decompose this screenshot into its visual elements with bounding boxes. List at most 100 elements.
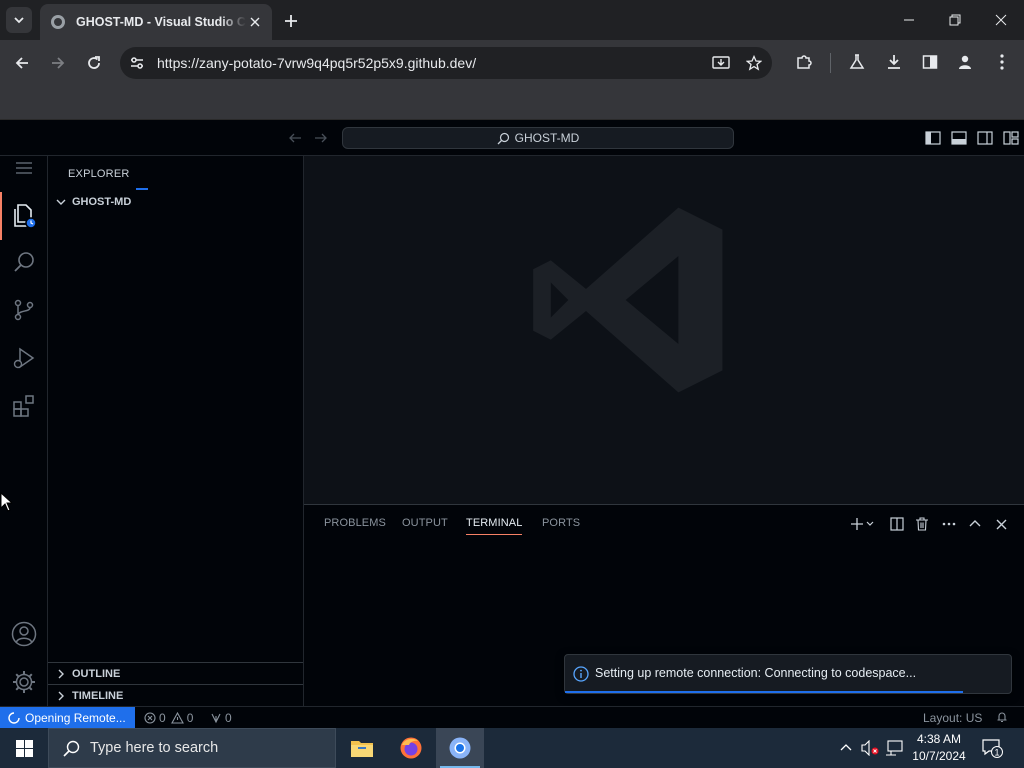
close-panel-button[interactable] <box>991 514 1011 534</box>
tab-problems[interactable]: PROBLEMS <box>324 517 386 529</box>
side-panel-button[interactable] <box>917 49 943 75</box>
sidebar-left-icon <box>925 131 941 145</box>
search-icon <box>14 252 34 272</box>
github-favicon-icon <box>51 15 65 29</box>
browser-tab-active[interactable]: GHOST-MD - Visual Studio Code <box>40 4 272 40</box>
remote-indicator[interactable]: Opening Remote... <box>0 707 135 729</box>
activity-accounts[interactable] <box>0 610 48 658</box>
folder-icon <box>351 741 373 757</box>
activity-run-debug[interactable] <box>0 334 48 382</box>
extensions-button[interactable] <box>791 49 817 75</box>
reload-button[interactable] <box>80 49 108 77</box>
ports-status[interactable]: 0 <box>210 711 232 725</box>
plus-icon <box>285 15 297 27</box>
notification-toast[interactable]: Setting up remote connection: Connecting… <box>564 654 1012 694</box>
tab-search-button[interactable] <box>6 7 32 33</box>
search-icon <box>497 132 509 144</box>
go-back-button[interactable] <box>286 129 304 147</box>
volume-button[interactable] <box>860 738 880 758</box>
notifications-status[interactable] <box>996 711 1011 723</box>
kill-terminal-button[interactable] <box>912 514 932 534</box>
outline-section[interactable]: OUTLINE <box>48 662 303 684</box>
restore-icon <box>949 14 961 26</box>
toggle-secondary-sidebar-button[interactable] <box>976 129 994 147</box>
folder-name: GHOST-MD <box>72 196 132 208</box>
problems-status[interactable]: 0 0 <box>144 711 193 725</box>
chevron-down-icon <box>54 195 68 209</box>
new-terminal-button[interactable] <box>848 514 878 534</box>
action-center-button[interactable]: 1 <box>980 736 1004 760</box>
run-debug-icon <box>13 347 35 369</box>
broadcast-icon <box>211 713 221 724</box>
command-center-label: GHOST-MD <box>514 131 580 145</box>
remote-label: Opening Remote... <box>25 711 126 725</box>
network-button[interactable] <box>884 738 904 758</box>
labs-button[interactable] <box>844 49 870 75</box>
notification-icon: 1 <box>982 739 1003 758</box>
split-terminal-button[interactable] <box>887 514 907 534</box>
activity-extensions[interactable] <box>0 382 48 430</box>
forward-button[interactable] <box>44 49 72 77</box>
maximize-panel-button[interactable] <box>965 514 985 534</box>
timeline-section[interactable]: TIMELINE <box>48 684 303 706</box>
tab-ports[interactable]: PORTS <box>542 517 580 529</box>
toggle-primary-sidebar-button[interactable] <box>924 129 942 147</box>
activity-explorer[interactable] <box>0 192 48 240</box>
chrome-app[interactable] <box>436 728 484 768</box>
status-bar: Opening Remote... 0 0 0 Layout: US <box>0 706 1024 729</box>
activity-search[interactable] <box>0 238 48 286</box>
file-explorer-app[interactable] <box>338 728 386 768</box>
activity-source-control[interactable] <box>0 286 48 334</box>
window-close-button[interactable] <box>978 0 1024 40</box>
taskbar-clock[interactable]: 4:38 AM 10/7/2024 <box>908 731 970 765</box>
mouse-cursor-icon <box>0 492 12 512</box>
taskbar-search-box[interactable]: Type here to search <box>48 728 336 768</box>
profile-button[interactable] <box>952 49 978 75</box>
chrome-icon <box>449 737 471 759</box>
plus-chevron-icon <box>851 518 874 530</box>
folder-section-ghost-md[interactable]: GHOST-MD <box>48 191 303 213</box>
activity-manage[interactable] <box>0 658 48 706</box>
go-forward-button[interactable] <box>312 129 330 147</box>
back-button[interactable] <box>8 49 36 77</box>
chevron-right-icon <box>54 689 68 703</box>
bookmark-star-button[interactable] <box>743 52 765 74</box>
command-center[interactable]: GHOST-MD <box>342 127 734 149</box>
start-button[interactable] <box>0 728 48 768</box>
hamburger-menu-icon <box>16 162 32 174</box>
panel-bottom-icon <box>951 131 967 145</box>
tab-output[interactable]: OUTPUT <box>402 517 448 529</box>
arrow-right-icon <box>52 57 65 69</box>
address-bar[interactable]: https://zany-potato-7vrw9q4pq5r52p5x9.gi… <box>120 47 772 79</box>
tab-terminal[interactable]: TERMINAL <box>466 517 523 535</box>
sidebar-progress-indicator <box>136 188 148 190</box>
vscode-logo-watermark-icon <box>533 207 723 393</box>
tab-close-button[interactable] <box>246 13 264 31</box>
toolbar-divider <box>830 53 831 73</box>
clock-time: 4:38 AM <box>916 732 962 746</box>
more-actions-button[interactable] <box>939 514 959 534</box>
downloads-button[interactable] <box>881 49 907 75</box>
error-count: 0 <box>159 711 166 725</box>
search-placeholder: Type here to search <box>90 740 219 756</box>
browser-menu-button[interactable] <box>989 49 1015 75</box>
close-icon <box>995 14 1007 26</box>
site-info-button[interactable] <box>128 54 146 72</box>
arrow-left-icon <box>15 57 28 69</box>
firefox-app[interactable] <box>387 728 435 768</box>
source-control-icon <box>14 299 34 321</box>
flask-icon <box>849 54 865 69</box>
show-hidden-icons-button[interactable] <box>836 738 856 758</box>
install-app-button[interactable] <box>710 52 732 74</box>
toggle-panel-button[interactable] <box>950 129 968 147</box>
more-horizontal-icon <box>942 522 956 526</box>
customize-layout-button[interactable] <box>1002 129 1020 147</box>
new-tab-button[interactable] <box>280 10 302 32</box>
explorer-sidebar: EXPLORER GHOST-MD OUTLINE TIMELINE <box>48 156 304 706</box>
chevron-right-icon <box>54 667 68 681</box>
restore-button[interactable] <box>932 0 978 40</box>
minimize-button[interactable] <box>886 0 932 40</box>
keyboard-layout-status[interactable]: Layout: US <box>923 711 982 725</box>
application-menu-button[interactable] <box>0 150 48 186</box>
firefox-icon <box>400 737 422 759</box>
